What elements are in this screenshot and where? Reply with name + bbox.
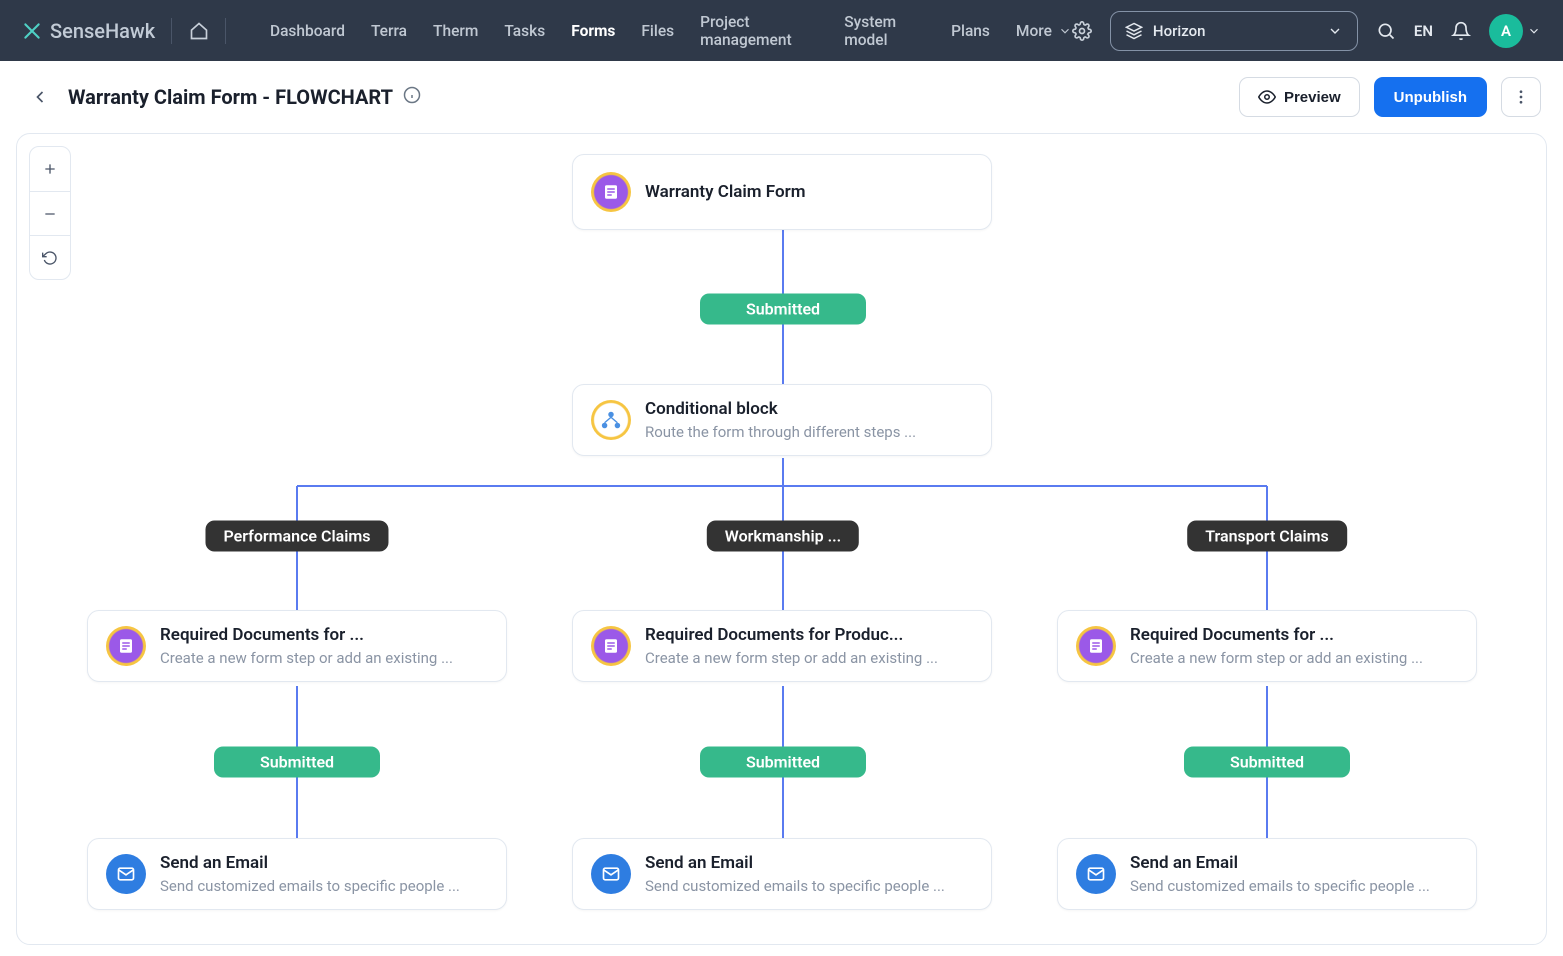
project-name: Horizon <box>1153 22 1317 40</box>
node-title: Required Documents for Produc... <box>645 625 973 645</box>
conditional-icon <box>591 400 631 440</box>
language-button[interactable]: EN <box>1414 22 1433 40</box>
settings-button[interactable] <box>1072 21 1092 41</box>
nav-files[interactable]: Files <box>641 22 674 40</box>
node-title: Required Documents for ... <box>160 625 488 645</box>
node-title: Required Documents for ... <box>1130 625 1458 645</box>
info-icon[interactable] <box>403 85 421 109</box>
flow-node-email-3[interactable]: Send an Email Send customized emails to … <box>1057 838 1477 910</box>
flow-node-docs-2[interactable]: Required Documents for Produc... Create … <box>572 610 992 682</box>
node-subtitle: Send customized emails to specific peopl… <box>160 877 488 895</box>
node-title: Conditional block <box>645 399 973 419</box>
rotate-ccw-icon <box>42 250 58 266</box>
edge-label-submitted: Submitted <box>700 747 866 778</box>
node-title: Warranty Claim Form <box>645 182 973 202</box>
subheader-actions: Preview Unpublish <box>1239 77 1541 117</box>
node-subtitle: Create a new form step or add an existin… <box>1130 649 1458 667</box>
chevron-down-icon <box>1527 24 1541 38</box>
preview-button[interactable]: Preview <box>1239 77 1360 117</box>
preview-label: Preview <box>1284 89 1341 106</box>
nav-dashboard[interactable]: Dashboard <box>270 22 345 40</box>
node-title: Send an Email <box>645 853 973 873</box>
unpublish-button[interactable]: Unpublish <box>1374 77 1487 117</box>
zoom-controls <box>29 146 71 280</box>
minus-icon <box>42 206 58 222</box>
zoom-reset-button[interactable] <box>30 235 70 279</box>
flow-canvas[interactable]: Warranty Claim Form Submitted Conditiona… <box>16 133 1547 945</box>
eye-icon <box>1258 88 1276 106</box>
email-icon <box>106 854 146 894</box>
nav-items: Dashboard Terra Therm Tasks Forms Files … <box>270 13 1072 49</box>
brand-logo-text: SenseHawk <box>50 19 155 43</box>
nav-forms[interactable]: Forms <box>571 22 615 40</box>
flow-node-conditional[interactable]: Conditional block Route the form through… <box>572 384 992 456</box>
node-subtitle: Send customized emails to specific peopl… <box>645 877 973 895</box>
form-icon <box>106 626 146 666</box>
plus-icon <box>42 161 58 177</box>
layers-icon <box>1125 22 1143 40</box>
branch-label-transport: Transport Claims <box>1187 521 1347 552</box>
brand-logo-mark <box>22 21 42 41</box>
kebab-icon <box>1512 88 1530 106</box>
node-subtitle: Send customized emails to specific peopl… <box>1130 877 1458 895</box>
node-subtitle: Create a new form step or add an existin… <box>645 649 973 667</box>
avatar: A <box>1489 14 1523 48</box>
zoom-out-button[interactable] <box>30 191 70 235</box>
flow-node-email-1[interactable]: Send an Email Send customized emails to … <box>87 838 507 910</box>
nav-terra[interactable]: Terra <box>371 22 407 40</box>
zoom-in-button[interactable] <box>30 147 70 191</box>
page-title: Warranty Claim Form - FLOWCHART <box>68 85 421 109</box>
top-nav: SenseHawk Dashboard Terra Therm Tasks Fo… <box>0 0 1563 61</box>
chevron-down-icon <box>1327 23 1343 39</box>
edge-label-submitted: Submitted <box>1184 747 1350 778</box>
node-title: Send an Email <box>1130 853 1458 873</box>
node-title: Send an Email <box>160 853 488 873</box>
brand-logo[interactable]: SenseHawk <box>22 19 155 43</box>
user-menu[interactable]: A <box>1489 14 1541 48</box>
search-icon <box>1376 21 1396 41</box>
gear-icon <box>1072 21 1092 41</box>
more-actions-button[interactable] <box>1501 77 1541 117</box>
edge-label-submitted: Submitted <box>214 747 380 778</box>
nav-tasks[interactable]: Tasks <box>504 22 545 40</box>
email-icon <box>1076 854 1116 894</box>
branch-label-workmanship: Workmanship ... <box>707 521 859 552</box>
form-icon <box>591 626 631 666</box>
flow-node-docs-3[interactable]: Required Documents for ... Create a new … <box>1057 610 1477 682</box>
project-select[interactable]: Horizon <box>1110 11 1358 51</box>
nav-divider <box>171 18 172 44</box>
notifications-button[interactable] <box>1451 21 1471 41</box>
email-icon <box>591 854 631 894</box>
branch-label-performance: Performance Claims <box>205 521 388 552</box>
home-icon[interactable] <box>188 20 209 42</box>
edge-label-submitted: Submitted <box>700 294 866 325</box>
node-subtitle: Create a new form step or add an existin… <box>160 649 488 667</box>
nav-divider-2 <box>225 18 226 44</box>
nav-more-label: More <box>1016 22 1052 40</box>
chevron-down-icon <box>1058 24 1072 38</box>
flow-node-root[interactable]: Warranty Claim Form <box>572 154 992 230</box>
nav-system-model[interactable]: System model <box>844 13 925 49</box>
nav-more[interactable]: More <box>1016 22 1072 40</box>
chevron-left-icon <box>30 87 50 107</box>
page-title-text: Warranty Claim Form - FLOWCHART <box>68 85 393 109</box>
nav-plans[interactable]: Plans <box>951 22 990 40</box>
top-nav-right: Horizon EN A <box>1072 11 1541 51</box>
form-icon <box>1076 626 1116 666</box>
flow-node-email-2[interactable]: Send an Email Send customized emails to … <box>572 838 992 910</box>
bell-icon <box>1451 21 1471 41</box>
flow-node-docs-1[interactable]: Required Documents for ... Create a new … <box>87 610 507 682</box>
search-button[interactable] <box>1376 21 1396 41</box>
node-subtitle: Route the form through different steps .… <box>645 423 973 441</box>
nav-therm[interactable]: Therm <box>433 22 478 40</box>
nav-project-management[interactable]: Project management <box>700 13 818 49</box>
back-button[interactable] <box>30 87 50 107</box>
subheader: Warranty Claim Form - FLOWCHART Preview … <box>0 61 1563 133</box>
form-icon <box>591 172 631 212</box>
